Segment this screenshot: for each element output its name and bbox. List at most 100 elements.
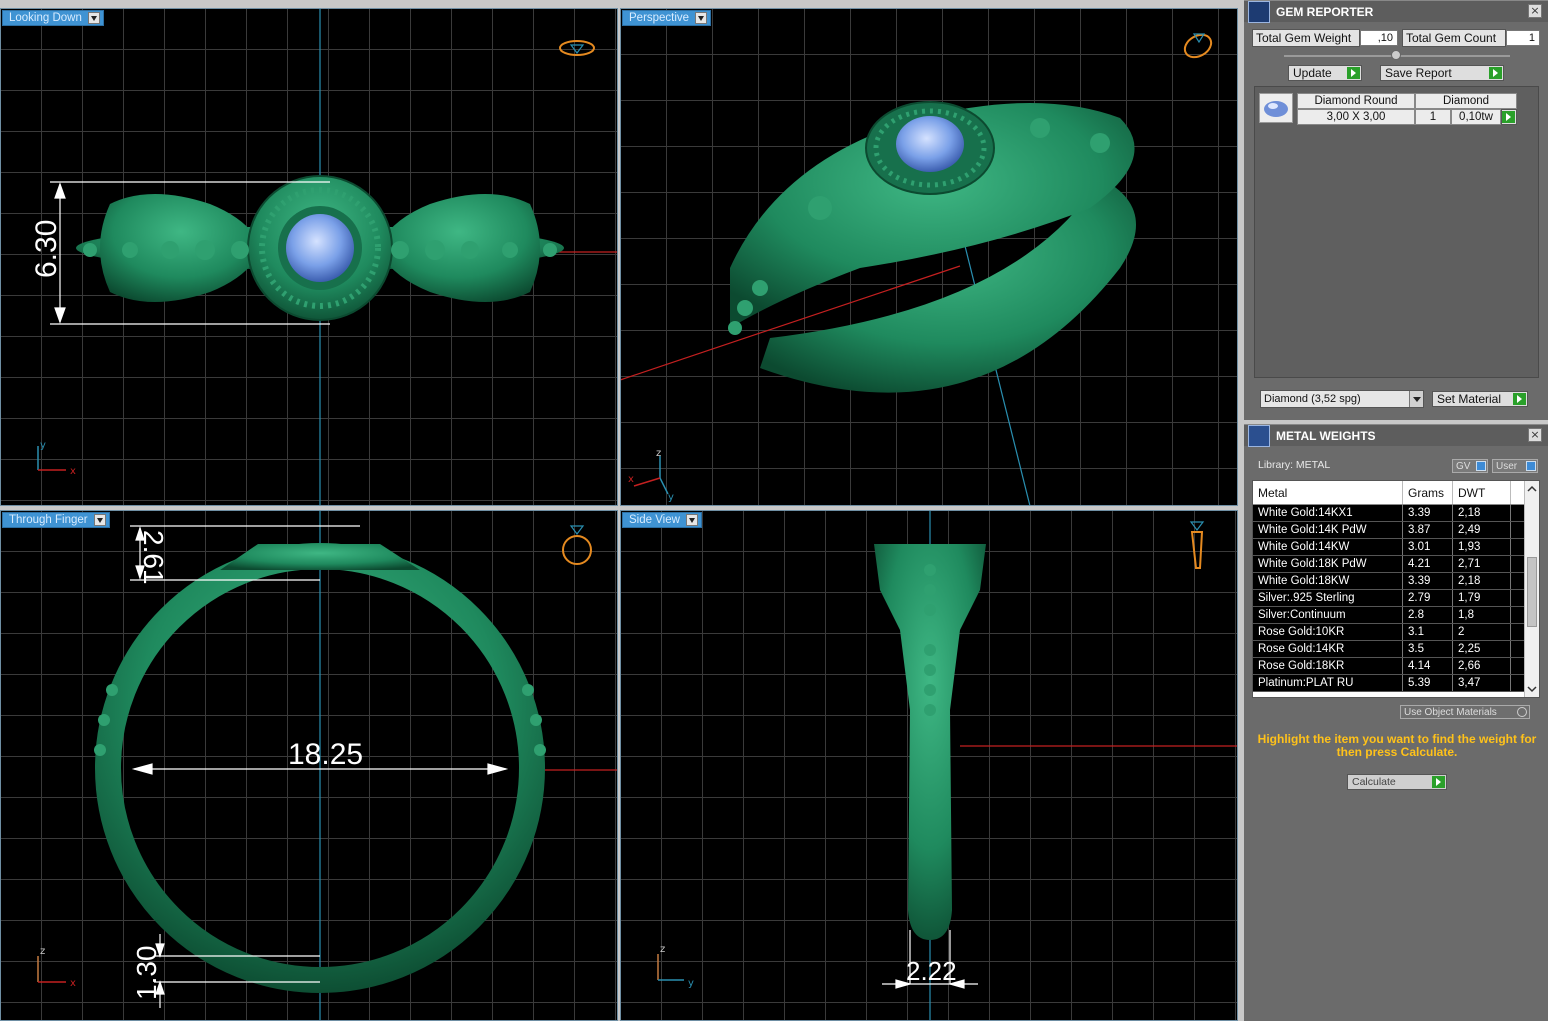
column-header-dwt[interactable]: DWT <box>1453 481 1511 504</box>
gem-list-item[interactable]: Diamond Round Diamond 3,00 X 3,00 1 0,10… <box>1259 91 1519 125</box>
chevron-down-icon[interactable] <box>1409 391 1423 407</box>
calculate-button[interactable]: Calculate <box>1347 774 1447 790</box>
metal-grams: 3.87 <box>1403 522 1453 538</box>
chevron-down-icon[interactable] <box>685 514 698 526</box>
metal-name: Platinum:PLAT RU <box>1253 675 1403 691</box>
metal-weights-logo-icon <box>1248 424 1270 447</box>
gem-list[interactable]: Diamond Round Diamond 3,00 X 3,00 1 0,10… <box>1254 86 1539 378</box>
gem-reporter-logo-icon <box>1248 0 1270 23</box>
viewport-menu-perspective[interactable]: Perspective <box>622 10 712 26</box>
dimension-label-inner: 18.25 <box>288 738 363 771</box>
splitter-knob-icon[interactable] <box>1391 50 1401 60</box>
metal-grams: 4.14 <box>1403 658 1453 674</box>
metal-name: Rose Gold:18KR <box>1253 658 1403 674</box>
use-object-materials-label: Use Object Materials <box>1404 706 1497 718</box>
axis-label-z: z <box>660 944 665 955</box>
row-spacer <box>1511 658 1525 674</box>
axis-gizmo <box>657 954 684 981</box>
viewport-label: Perspective <box>629 12 690 24</box>
metal-name: White Gold:14KW <box>1253 539 1403 555</box>
material-select[interactable]: Diamond (3,52 spg) <box>1260 390 1424 408</box>
gv-toggle[interactable]: GV <box>1452 459 1488 473</box>
update-button[interactable]: Update <box>1288 65 1362 81</box>
viewport-through-finger[interactable]: 18.25 2.61 1.30 z x Through Finger <box>0 510 618 1021</box>
play-icon <box>1513 393 1526 405</box>
set-material-button[interactable]: Set Material <box>1432 391 1528 407</box>
scroll-down-icon[interactable] <box>1527 684 1537 694</box>
viewport-menu-looking-down[interactable]: Looking Down <box>2 10 104 26</box>
axis-gizmo <box>633 456 669 495</box>
row-spacer <box>1511 522 1525 538</box>
viewport-side-view[interactable]: 2.22 z y Side View <box>620 510 1238 1021</box>
column-header-grams[interactable]: Grams <box>1403 481 1453 504</box>
table-row[interactable]: Rose Gold:10KR 3.1 2 <box>1253 624 1525 641</box>
table-row[interactable]: Platinum:PLAT RU 5.39 3,47 <box>1253 675 1525 692</box>
row-spacer <box>1511 624 1525 640</box>
chevron-down-icon[interactable] <box>87 12 100 24</box>
table-row[interactable]: White Gold:14K PdW 3.87 2,49 <box>1253 522 1525 539</box>
total-gem-count-label: Total Gem Count <box>1402 29 1506 47</box>
metal-grams: 2.8 <box>1403 607 1453 623</box>
metal-dwt: 2,18 <box>1453 505 1511 521</box>
metal-table[interactable]: Metal Grams DWT White Gold:14KX1 3.39 2,18… <box>1252 480 1540 698</box>
update-label: Update <box>1293 66 1332 80</box>
close-icon[interactable]: × <box>1528 428 1542 442</box>
row-spacer <box>1511 505 1525 521</box>
table-row[interactable]: Rose Gold:18KR 4.14 2,66 <box>1253 658 1525 675</box>
table-row[interactable]: White Gold:14KW 3.01 1,93 <box>1253 539 1525 556</box>
use-object-materials-toggle[interactable]: Use Object Materials <box>1400 705 1530 719</box>
metal-name: Rose Gold:10KR <box>1253 624 1403 640</box>
dimension-label-bottom: 1.30 <box>131 946 162 1001</box>
metal-dwt: 2,18 <box>1453 573 1511 589</box>
column-header-metal[interactable]: Metal <box>1253 481 1403 504</box>
gem-reporter-title: GEM REPORTER <box>1276 4 1374 19</box>
chevron-down-icon[interactable] <box>93 514 106 526</box>
column-header-spacer <box>1511 481 1525 504</box>
metal-weights-panel: METAL WEIGHTS × Library: METAL GV User M… <box>1244 424 1548 1021</box>
table-row[interactable]: White Gold:18K PdW 4.21 2,71 <box>1253 556 1525 573</box>
table-row[interactable]: White Gold:14KX1 3.39 2,18 <box>1253 505 1525 522</box>
play-icon <box>1502 111 1515 123</box>
axis-label-y: y <box>668 492 674 503</box>
through-finger-scene: 18.25 2.61 1.30 z x <box>37 510 618 1021</box>
gem-shape: Diamond Round <box>1297 93 1415 109</box>
axis-label-z: z <box>656 448 661 459</box>
chevron-down-icon[interactable] <box>695 12 708 24</box>
view-cube-icon <box>1183 33 1213 59</box>
row-spacer <box>1511 590 1525 606</box>
user-toggle[interactable]: User <box>1492 459 1538 473</box>
table-row[interactable]: Silver:Continuum 2.8 1,8 <box>1253 607 1525 624</box>
table-row[interactable]: Silver:.925 Sterling 2.79 1,79 <box>1253 590 1525 607</box>
view-cube-icon <box>562 525 592 565</box>
gem-row-go-button[interactable] <box>1501 109 1517 125</box>
calculate-label: Calculate <box>1352 776 1396 788</box>
viewport-menu-side-view[interactable]: Side View <box>622 512 702 528</box>
metal-dwt: 2,66 <box>1453 658 1511 674</box>
gem-size: 3,00 X 3,00 <box>1297 109 1415 125</box>
table-row[interactable]: White Gold:18KW 3.39 2,18 <box>1253 573 1525 590</box>
scroll-thumb[interactable] <box>1527 557 1537 627</box>
table-row[interactable]: Rose Gold:14KR 3.5 2,25 <box>1253 641 1525 658</box>
play-icon <box>1432 776 1445 788</box>
dimension-label-width: 2.22 <box>906 956 957 986</box>
save-report-label: Save Report <box>1385 66 1452 80</box>
axis-label-x: x <box>70 978 76 989</box>
metal-grams: 3.1 <box>1403 624 1453 640</box>
set-material-label: Set Material <box>1437 392 1502 406</box>
close-icon[interactable]: × <box>1528 4 1542 18</box>
metal-weights-title: METAL WEIGHTS <box>1276 428 1376 443</box>
axis-gizmo <box>37 956 66 983</box>
looking-down-scene: 6.30 y x <box>30 8 618 506</box>
row-spacer <box>1511 556 1525 572</box>
scroll-up-icon[interactable] <box>1527 484 1537 494</box>
metal-name: Silver:Continuum <box>1253 607 1403 623</box>
metal-table-rows: White Gold:14KX1 3.39 2,18 White Gold:14K P… <box>1253 505 1525 692</box>
save-report-button[interactable]: Save Report <box>1380 65 1504 81</box>
viewport-menu-through-finger[interactable]: Through Finger <box>2 512 110 528</box>
viewport-looking-down[interactable]: 6.30 y x Looking Down <box>0 8 618 506</box>
metal-grams: 2.79 <box>1403 590 1453 606</box>
metal-table-scrollbar[interactable] <box>1524 481 1539 697</box>
user-toggle-label: User <box>1496 460 1518 472</box>
metal-name: Silver:.925 Sterling <box>1253 590 1403 606</box>
viewport-perspective[interactable]: z y x Perspective <box>620 8 1238 506</box>
